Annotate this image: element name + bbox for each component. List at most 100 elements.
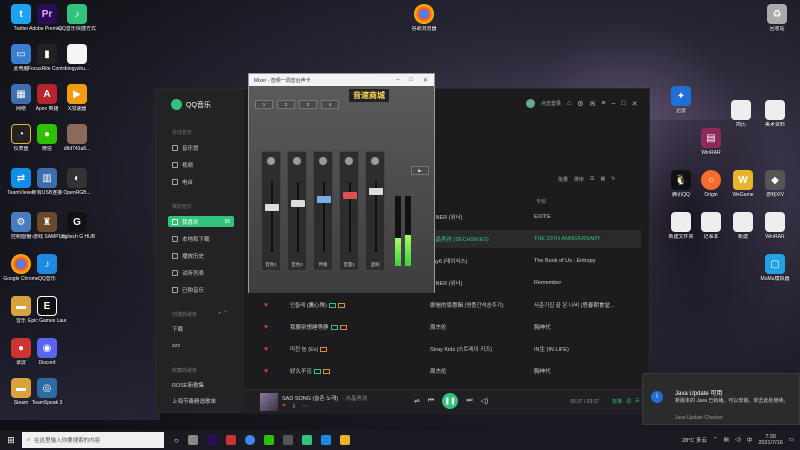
minimize-icon[interactable]: – bbox=[396, 77, 399, 84]
sidebar-item-purchased[interactable]: 已购音乐 bbox=[172, 284, 236, 295]
taskbar-app-icon[interactable] bbox=[339, 435, 350, 445]
sort-button[interactable]: 排序 bbox=[574, 176, 584, 183]
sidebar-item-music-hall[interactable]: 音乐馆 bbox=[172, 142, 236, 153]
channel-strip[interactable]: 伴奏 bbox=[313, 151, 333, 271]
avatar[interactable] bbox=[526, 99, 535, 108]
knob[interactable] bbox=[266, 156, 276, 166]
song-row[interactable]: ♥ 好久不见 周杰伦 胸神代 bbox=[256, 362, 641, 380]
playlist-item[interactable]: 下载 bbox=[172, 323, 236, 334]
wechat-icon[interactable] bbox=[263, 435, 274, 445]
song-row[interactable]: ♥ 미친 놈 (Ex) Stray Kids (스트레이 키즈) IN生 (IN… bbox=[256, 340, 641, 358]
desktop-icon-tencent[interactable]: ◎ TeamSpeak 3 bbox=[28, 378, 66, 406]
previous-icon[interactable]: ⏮ bbox=[428, 397, 434, 405]
mail-icon[interactable]: ✉ bbox=[590, 100, 596, 108]
tray-chevron-icon[interactable]: ⌃ bbox=[713, 437, 718, 443]
play-button[interactable]: ▶ bbox=[411, 166, 429, 175]
desktop-icon-r-doc2[interactable]: 美术资料 bbox=[756, 100, 794, 128]
close-icon[interactable]: ✕ bbox=[423, 77, 428, 84]
desktop-icon-bing[interactable]: bingyshu... bbox=[58, 44, 96, 72]
song-row[interactable]: ♥ 인들레 (鷹心隊) 鄭皚的恩惠輯 (명품간석송주기) 사춘기집 끝 온 나비… bbox=[256, 296, 641, 314]
desktop-icon-file1[interactable]: d8d743a8... bbox=[58, 124, 96, 152]
refresh-icon[interactable]: ↻ bbox=[611, 176, 615, 183]
playlist-icon[interactable]: ☰ bbox=[635, 398, 639, 405]
sidebar-item-history[interactable]: 播放历史 bbox=[172, 250, 236, 261]
login-link[interactable]: 点击登录 bbox=[541, 100, 561, 107]
channel-strip[interactable]: 音色2 bbox=[287, 151, 307, 271]
taskbar-search[interactable]: ⌕ 在这里输入你要搜索的内容 bbox=[22, 432, 164, 448]
fader-handle[interactable] bbox=[343, 192, 357, 199]
skin-icon[interactable]: ⌂ bbox=[567, 100, 571, 107]
taskbar-app-icon[interactable] bbox=[320, 435, 331, 445]
fader-handle[interactable] bbox=[291, 200, 305, 207]
desktop-icon-rar[interactable]: ▤ WinRAR bbox=[692, 128, 730, 156]
java-update-notification[interactable]: i Java Update 可用 新版本的 Java 已就绪。可以安装。单击此处… bbox=[642, 373, 800, 425]
qq-music-icon[interactable] bbox=[301, 435, 312, 445]
minimize-icon[interactable]: – bbox=[612, 100, 616, 107]
heart-icon[interactable]: ♥ bbox=[264, 346, 268, 353]
sidebar-item-trial-list[interactable]: 试听列表 bbox=[172, 267, 236, 278]
desktop-icon-gamexiv[interactable]: ◆ 游戏XIV bbox=[756, 170, 794, 198]
desktop-icon-overwolf[interactable]: ◐ OpenRGB... bbox=[58, 168, 96, 196]
sidebar-item-favorites[interactable]: 我喜欢 99 bbox=[168, 216, 234, 227]
desktop-icon-ping[interactable]: ▶ X加速器 bbox=[58, 84, 96, 112]
channel-strip[interactable]: 混响 bbox=[365, 151, 385, 271]
desktop-icon-r-doc1[interactable]: 简历 bbox=[722, 100, 760, 128]
song-row[interactable]: ♥ 我要别想睡等静 周杰伦 胸神代 bbox=[256, 318, 641, 336]
knob[interactable] bbox=[370, 156, 380, 166]
desktop-icon-qqmusic-shortcut[interactable]: ♪ QQ音乐快捷方式 bbox=[58, 4, 96, 32]
fader-handle[interactable] bbox=[369, 188, 383, 195]
sidebar-item-radio[interactable]: 电台 bbox=[172, 176, 236, 187]
volume-icon[interactable]: ◁) bbox=[481, 397, 489, 405]
desktop-icon-epic[interactable]: E Epic Games Launcher bbox=[28, 296, 66, 324]
album-cover[interactable] bbox=[260, 393, 278, 411]
windows-start-icon[interactable]: ⊞ bbox=[0, 430, 22, 450]
collected-playlist-item[interactable]: ROSÉ新歌集 bbox=[172, 379, 236, 390]
desktop-icon-chrome-top[interactable]: 谷歌浏览器 bbox=[405, 4, 443, 32]
volume-icon[interactable]: ◁) bbox=[735, 437, 741, 443]
heart-icon[interactable]: ♥ bbox=[282, 403, 286, 410]
shuffle-icon[interactable]: ⇌ bbox=[414, 397, 420, 405]
next-icon[interactable]: ⏭ bbox=[466, 397, 472, 405]
sidebar-item-local[interactable]: 本地和下载 bbox=[172, 233, 236, 244]
lyrics-icon[interactable]: 词 bbox=[626, 398, 631, 405]
channel-strip[interactable]: 音色1 bbox=[261, 151, 281, 271]
knob[interactable] bbox=[292, 156, 302, 166]
heart-icon[interactable]: ♥ bbox=[264, 324, 268, 331]
add-playlist-button[interactable]: + ⌃ bbox=[218, 310, 228, 317]
mixer-preset-button[interactable]: 3 bbox=[299, 100, 317, 109]
desktop-icon-right-app[interactable]: ✦ 迅雷 bbox=[662, 86, 700, 114]
settings-icon[interactable]: ⚙ bbox=[577, 100, 583, 108]
close-icon[interactable]: ✕ bbox=[632, 100, 638, 108]
taskbar-app-icon[interactable] bbox=[187, 435, 198, 445]
taskbar-app-icon[interactable] bbox=[225, 435, 236, 445]
task-view-icon[interactable]: ○ bbox=[174, 436, 179, 445]
notifications-icon[interactable]: ▭ bbox=[789, 437, 794, 443]
sidebar-item-video[interactable]: 视频 bbox=[172, 159, 236, 170]
mixer-preset-button[interactable]: 1 bbox=[255, 100, 273, 109]
mixer-preset-button[interactable]: 2 bbox=[277, 100, 295, 109]
maximize-icon[interactable]: □ bbox=[621, 100, 625, 107]
desktop-icon-r-doc6[interactable]: WinRAR bbox=[756, 212, 794, 240]
menu-icon[interactable]: ≡ bbox=[601, 100, 605, 107]
premiere-icon[interactable] bbox=[206, 435, 217, 445]
heart-icon[interactable]: ♥ bbox=[264, 302, 268, 309]
quality-label[interactable]: 标准 bbox=[612, 398, 622, 405]
desktop-icon-recycle-bin[interactable]: ♻ 回收站 bbox=[758, 4, 796, 32]
fader-handle[interactable] bbox=[317, 196, 331, 203]
clock[interactable]: 7:30 2021/7/16 bbox=[758, 434, 782, 446]
download-icon[interactable]: ⇩ bbox=[292, 403, 297, 410]
heart-icon[interactable]: ♥ bbox=[264, 368, 268, 375]
desktop-icon-logitech[interactable]: G Logitech G HUB bbox=[58, 212, 96, 240]
knob[interactable] bbox=[318, 156, 328, 166]
ime-indicator[interactable]: 中 bbox=[747, 436, 753, 444]
pause-icon[interactable]: ❚❚ bbox=[442, 393, 459, 409]
grid-view-icon[interactable]: ▦ bbox=[601, 176, 606, 183]
taskbar-app-icon[interactable] bbox=[282, 435, 293, 445]
weather[interactable]: 28°C 多云 bbox=[682, 436, 707, 444]
collected-playlist-item[interactable]: 上海节奏精选歌单 bbox=[172, 395, 236, 406]
fader-handle[interactable] bbox=[265, 204, 279, 211]
network-icon[interactable]: ▤ bbox=[724, 437, 729, 443]
desktop-icon-discord[interactable]: ◉ Discord bbox=[28, 338, 66, 366]
channel-strip[interactable]: 音量1 bbox=[339, 151, 359, 271]
chrome-icon[interactable] bbox=[244, 435, 255, 445]
